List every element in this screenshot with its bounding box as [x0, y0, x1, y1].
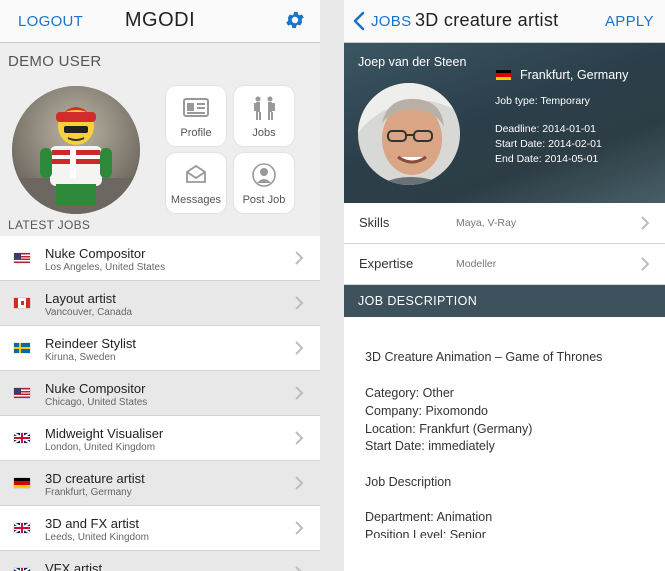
job-item-title: VFX artist [45, 561, 103, 571]
job-item-title: Reindeer Stylist [45, 336, 137, 351]
job-item-title: Midweight Visualiser [45, 426, 164, 441]
job-item-location: Chicago, United States [45, 397, 148, 408]
section-title: JOB DESCRIPTION [358, 294, 478, 308]
latest-jobs-list: Nuke Compositor Los Angeles, United State… [0, 236, 320, 571]
job-list-item[interactable]: Nuke Compositor Chicago, United States [0, 371, 320, 416]
chevron-right-icon [295, 431, 304, 445]
chevron-right-icon [295, 296, 304, 310]
recruiter-photo [358, 83, 460, 185]
profile-card-icon [183, 98, 209, 117]
job-list-item[interactable]: Reindeer Stylist Kiruna, Sweden [0, 326, 320, 371]
job-item-title: 3D creature artist [45, 471, 145, 486]
job-list-item[interactable]: 3D creature artist Frankfurt, Germany [0, 461, 320, 506]
description-job-desc: Job Description [365, 475, 452, 489]
user-name: DEMO USER [8, 53, 102, 70]
user-avatar[interactable] [12, 86, 140, 214]
job-description-header: JOB DESCRIPTION [344, 285, 665, 317]
job-list-item[interactable]: VFX artist [0, 551, 320, 571]
expertise-row[interactable]: Expertise Modeller [344, 244, 665, 285]
job-item-title: Nuke Compositor [45, 246, 146, 261]
chevron-right-icon [295, 521, 304, 535]
job-item-title: Nuke Compositor [45, 381, 146, 396]
chevron-left-icon[interactable] [352, 11, 366, 31]
chevron-right-icon [295, 476, 304, 490]
sweden-flag-icon [14, 343, 30, 353]
job-item-location: Los Angeles, United States [45, 262, 166, 273]
top-nav-bar: LOGOUT MGODI [0, 0, 320, 43]
messages-tile-label: Messages [170, 194, 222, 206]
messages-tile[interactable]: Messages [166, 153, 226, 213]
description-position: Position Level: Senior [365, 528, 486, 538]
us-flag-icon [14, 253, 30, 263]
chevron-right-icon [295, 341, 304, 355]
job-item-location: Vancouver, Canada [45, 307, 133, 318]
lego-figure-photo [12, 86, 140, 214]
skills-label: Skills [359, 215, 390, 230]
uk-flag-icon [14, 433, 30, 443]
person-add-icon [252, 163, 276, 187]
job-title: 3D creature artist [415, 10, 559, 30]
description-start: Start Date: immediately [365, 439, 495, 453]
deadline: Deadline: 2014-01-01 [495, 123, 596, 135]
job-detail-screen: JOBS 3D creature artist APPLY Joep van d… [344, 0, 665, 571]
recruiter-avatar[interactable] [358, 83, 460, 185]
job-item-location: London, United Kingdom [45, 442, 156, 453]
job-item-location: Frankfurt, Germany [45, 487, 132, 498]
back-to-jobs-button[interactable]: JOBS [371, 13, 411, 30]
end-date: End Date: 2014-05-01 [495, 153, 599, 165]
job-item-location: Leeds, United Kingdom [45, 532, 149, 543]
gear-icon[interactable] [284, 9, 306, 31]
people-icon [254, 96, 275, 120]
uk-flag-icon [14, 523, 30, 533]
description-company: Company: Pixomondo [365, 404, 488, 418]
job-list-item[interactable]: Layout artist Vancouver, Canada [0, 281, 320, 326]
job-location: Frankfurt, Germany [520, 68, 629, 82]
description-title: 3D Creature Animation – Game of Thrones [365, 350, 603, 364]
chevron-right-icon [641, 216, 650, 230]
profile-tile[interactable]: Profile [166, 86, 226, 146]
chevron-right-icon [641, 257, 650, 271]
job-item-title: Layout artist [45, 291, 116, 306]
app-title: MGODI [124, 9, 196, 31]
description-location: Location: Frankfurt (Germany) [365, 422, 533, 436]
latest-jobs-heading: LATEST JOBS [8, 218, 91, 232]
germany-flag-icon [14, 478, 30, 488]
expertise-value: Modeller [456, 258, 497, 270]
us-flag-icon [14, 388, 30, 398]
job-list-item[interactable]: Midweight Visualiser London, United Kingd… [0, 416, 320, 461]
job-description-body: 3D Creature Animation – Game of Thrones … [344, 318, 665, 538]
skills-value: Maya, V-Ray [456, 217, 517, 229]
job-list-item[interactable]: Nuke Compositor Los Angeles, United State… [0, 236, 320, 281]
top-nav-bar: JOBS 3D creature artist APPLY [344, 0, 665, 43]
job-item-title: 3D and FX artist [45, 516, 139, 531]
job-item-location: Kiruna, Sweden [45, 352, 116, 363]
job-header: Joep van der Steen Frankfurt, Germany Jo… [344, 43, 665, 203]
jobs-tile-label: Jobs [252, 127, 276, 139]
job-type: Job type: Temporary [495, 95, 590, 107]
envelope-icon [186, 164, 206, 183]
chevron-right-icon [295, 251, 304, 265]
post-job-tile[interactable]: Post Job [234, 153, 294, 213]
chevron-right-icon [295, 386, 304, 400]
apply-button[interactable]: APPLY [605, 13, 654, 30]
start-date: Start Date: 2014-02-01 [495, 138, 602, 150]
post-job-tile-label: Post Job [242, 194, 286, 206]
expertise-label: Expertise [359, 256, 414, 271]
chevron-right-icon [295, 566, 302, 571]
description-category: Category: Other [365, 386, 454, 400]
jobs-tile[interactable]: Jobs [234, 86, 294, 146]
profile-tile-label: Profile [180, 127, 212, 139]
description-department: Department: Animation [365, 510, 493, 524]
canada-flag-icon [14, 298, 30, 308]
recruiter-name: Joep van der Steen [358, 55, 467, 69]
job-list-item[interactable]: 3D and FX artist Leeds, United Kingdom [0, 506, 320, 551]
jobs-home-screen: LOGOUT MGODI DEMO USER Profile Jobs Mess… [0, 0, 320, 571]
germany-flag-icon [496, 70, 511, 80]
skills-row[interactable]: Skills Maya, V-Ray [344, 203, 665, 244]
